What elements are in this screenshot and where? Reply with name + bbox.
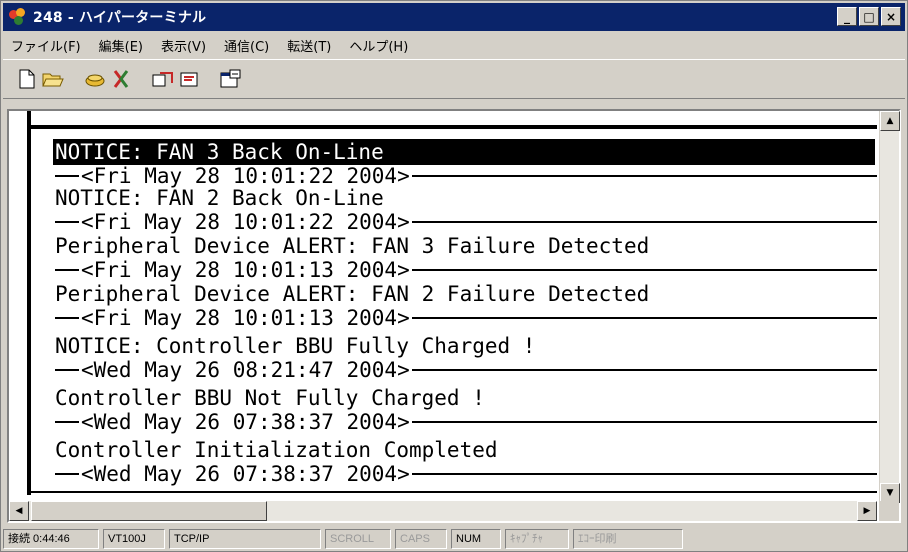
connect-icon[interactable]: [83, 67, 107, 91]
properties-icon[interactable]: [219, 67, 243, 91]
title-bar[interactable]: 248 - ハイパーターミナル _ □ ×: [3, 3, 905, 31]
receive-icon[interactable]: [177, 67, 201, 91]
status-caps: CAPS: [395, 529, 447, 549]
terminal-line: NOTICE: Controller BBU Fully Charged !: [55, 334, 536, 358]
terminal-line: Peripheral Device ALERT: FAN 2 Failure D…: [55, 282, 650, 306]
timestamp: <Wed May 26 07:38:37 2004>: [81, 410, 410, 434]
timestamp-row: <Fri May 28 10:01:22 2004>: [55, 209, 877, 235]
toolbar: [3, 59, 905, 99]
terminal-line: Controller BBU Not Fully Charged !: [55, 386, 485, 410]
timestamp: <Fri May 28 10:01:13 2004>: [81, 306, 410, 330]
menu-edit[interactable]: 編集(E): [99, 36, 143, 55]
menu-help[interactable]: ヘルプ(H): [349, 36, 408, 55]
terminal-frame-bottom: [27, 491, 877, 495]
timestamp-row: <Fri May 28 10:01:13 2004>: [55, 257, 877, 283]
status-connection-time: 接続 0:44:46: [3, 529, 99, 549]
terminal-frame-top: [31, 125, 877, 129]
status-echo-print: ｴｺｰ印刷: [573, 529, 683, 549]
menu-view[interactable]: 表示(V): [161, 36, 206, 55]
window-title: 248 - ハイパーターミナル: [33, 10, 207, 26]
terminal-screen[interactable]: NOTICE: FAN 3 Back On-Line <Fri May 28 1…: [9, 111, 877, 503]
timestamp: <Fri May 28 10:01:13 2004>: [81, 258, 410, 282]
horizontal-scrollbar[interactable]: ◀ ▶: [9, 501, 877, 521]
menu-file[interactable]: ファイル(F): [11, 36, 81, 55]
maximize-button[interactable]: □: [859, 7, 879, 26]
disconnect-icon[interactable]: [109, 67, 133, 91]
close-button[interactable]: ×: [881, 7, 901, 26]
vertical-scrollbar[interactable]: ▲ ▼: [879, 111, 900, 503]
scroll-down-icon[interactable]: ▼: [880, 483, 900, 503]
timestamp-row: <Wed May 26 07:38:37 2004>: [55, 409, 877, 435]
send-icon[interactable]: [151, 67, 175, 91]
timestamp: <Fri May 28 10:01:22 2004>: [81, 210, 410, 234]
status-scroll: SCROLL: [325, 529, 391, 549]
terminal-line: Peripheral Device ALERT: FAN 3 Failure D…: [55, 234, 650, 258]
menu-bar: ファイル(F) 編集(E) 表示(V) 通信(C) 転送(T) ヘルプ(H): [3, 33, 905, 57]
new-icon[interactable]: [15, 67, 39, 91]
menu-transfer[interactable]: 転送(T): [287, 36, 331, 55]
scroll-corner: [879, 501, 899, 521]
hyperterminal-window: 248 - ハイパーターミナル _ □ × ファイル(F) 編集(E) 表示(V…: [0, 0, 908, 552]
timestamp-row: <Wed May 26 07:38:37 2004>: [55, 461, 877, 487]
terminal-frame-vertical: [27, 111, 31, 495]
menu-call[interactable]: 通信(C): [224, 36, 269, 55]
status-emulation: VT100J: [103, 529, 165, 549]
status-protocol: TCP/IP: [169, 529, 321, 549]
scroll-right-icon[interactable]: ▶: [857, 501, 877, 521]
terminal-panel: NOTICE: FAN 3 Back On-Line <Fri May 28 1…: [7, 109, 901, 523]
hyperterminal-app-icon[interactable]: [9, 8, 27, 26]
minimize-button[interactable]: _: [837, 7, 857, 26]
timestamp-row: <Fri May 28 10:01:13 2004>: [55, 305, 877, 331]
status-capture: ｷｬﾌﾟﾁｬ: [505, 529, 569, 549]
status-num: NUM: [451, 529, 501, 549]
terminal-line: NOTICE: FAN 2 Back On-Line: [55, 186, 384, 210]
open-icon[interactable]: [41, 67, 65, 91]
timestamp-row: <Wed May 26 08:21:47 2004>: [55, 357, 877, 383]
status-bar: 接続 0:44:46 VT100J TCP/IP SCROLL CAPS NUM…: [3, 527, 905, 551]
scroll-up-icon[interactable]: ▲: [880, 111, 900, 131]
timestamp: <Wed May 26 07:38:37 2004>: [81, 462, 410, 486]
horizontal-scroll-thumb[interactable]: [31, 501, 267, 521]
terminal-line: Controller Initialization Completed: [55, 438, 498, 462]
scroll-left-icon[interactable]: ◀: [9, 501, 29, 521]
timestamp: <Wed May 26 08:21:47 2004>: [81, 358, 410, 382]
terminal-highlighted-line: NOTICE: FAN 3 Back On-Line: [53, 139, 875, 165]
